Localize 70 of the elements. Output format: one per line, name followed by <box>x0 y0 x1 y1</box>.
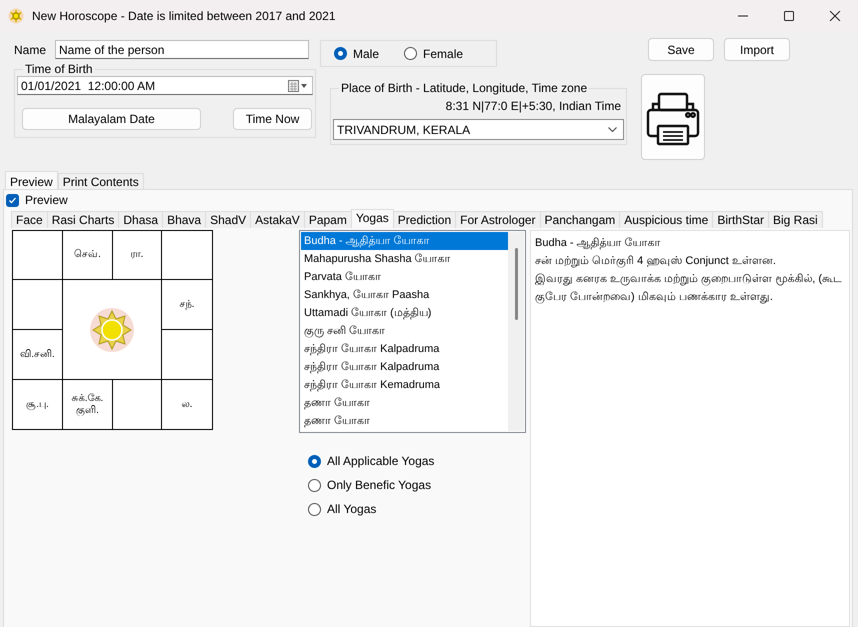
calendar-icon[interactable] <box>288 80 308 92</box>
radio-label: Only Benefic Yogas <box>327 478 432 492</box>
list-item[interactable]: Sankhya, யோகா Paasha <box>301 286 508 304</box>
radio-button[interactable] <box>404 47 418 60</box>
house-cell-text: ல. <box>180 398 194 412</box>
tab[interactable]: AstakaV <box>250 211 305 228</box>
tab[interactable]: Auspicious time <box>619 211 714 228</box>
radio-label: Female <box>423 46 464 60</box>
house-cell: செவ். <box>63 231 113 280</box>
save-button[interactable]: Save <box>648 38 714 61</box>
group-label: Time of Birth <box>24 62 94 76</box>
radio-button[interactable] <box>334 47 347 60</box>
group-label: Place of Birth - Latitude, Longitude, Time zone <box>340 81 588 95</box>
radio-label: All Applicable Yogas <box>327 454 434 468</box>
checkbox[interactable] <box>6 194 19 206</box>
list-item[interactable]: Parvata யோகா <box>301 268 508 286</box>
name-field[interactable]: Name of the person <box>55 40 310 59</box>
date-time-value: 01/01/2021 12:00:00 AM <box>21 78 156 92</box>
list-item[interactable]: தணா யோகா <box>301 412 508 430</box>
list-item[interactable]: சந்திரா யோகா Kemadruma <box>301 376 508 394</box>
description-title: Budha - ஆதித்யா யோகா <box>535 236 662 252</box>
list-item[interactable]: Budha - ஆதித்யா யோகா <box>301 232 508 250</box>
house-cell: வி.சனி. <box>13 330 63 380</box>
tab[interactable]: Dhasa <box>118 211 164 228</box>
import-button[interactable]: Import <box>724 38 790 61</box>
malayalam-date-button[interactable]: Malayalam Date <box>22 108 201 130</box>
list-item[interactable]: சந்திரா யோகா Kalpadruma <box>301 340 508 358</box>
tab[interactable]: Prediction <box>392 211 456 228</box>
checkbox-label: Preview <box>25 193 68 207</box>
time-now-button[interactable]: Time Now <box>233 108 312 130</box>
tab[interactable]: Preview <box>5 171 58 189</box>
date-time-field[interactable]: 01/01/2021 12:00:00 AM <box>17 76 313 95</box>
dropdown-value: TRIVANDRUM, KERALA <box>337 122 470 136</box>
tab[interactable]: Rasi Charts <box>46 211 120 228</box>
radio-button[interactable] <box>308 454 321 468</box>
radio-button[interactable] <box>308 502 321 516</box>
description-text: சன் மற்றும் மெர்குரி 4 ஹவுஸ் Conjunct உள்ளன. <box>535 254 777 270</box>
list-item[interactable]: சந்திரா யோகா Kalpadruma <box>301 358 508 376</box>
tab[interactable]: Papam <box>304 211 352 228</box>
house-cell: சுக்.கே.குளி. <box>63 380 113 429</box>
sun-icon <box>89 306 135 352</box>
house-cell: சூ.பு. <box>13 380 63 429</box>
list-item[interactable]: Uttamadi யோகா (மத்திய) <box>301 304 508 322</box>
house-cell: சந். <box>162 280 212 330</box>
coordinates-text: 8:31 N|77:0 E|+5:30, Indian Time <box>444 99 621 113</box>
tab[interactable]: BirthStar <box>712 211 769 228</box>
list-item[interactable]: Mahapurusha Shasha யோகா <box>301 250 508 268</box>
tab[interactable]: ShadV <box>205 211 252 228</box>
description-text: இவரது கனரக உருவாக்க மற்றும் குறைபாடுள்ள மூக்கில், (கூட குபேர போன்றவை) மிகவும் பணக்கார உள்ளது. <box>535 272 844 306</box>
tab[interactable]: Panchangam <box>540 211 620 228</box>
close-icon[interactable] <box>829 11 841 21</box>
maximize-icon[interactable] <box>783 11 795 21</box>
tab[interactable]: For Astrologer <box>455 211 541 228</box>
list-item[interactable]: குரு சனி யோகா <box>301 322 508 340</box>
list-item[interactable]: தணா யோகா <box>301 394 508 412</box>
name-label: Name <box>14 42 46 56</box>
radio-label: All Yogas <box>327 502 376 516</box>
scrollbar[interactable] <box>508 232 524 431</box>
radio-label: Male <box>353 46 380 60</box>
app-icon <box>8 8 24 24</box>
tab[interactable]: Print Contents <box>58 173 144 189</box>
radio-button[interactable] <box>308 478 321 492</box>
tab[interactable]: Big Rasi <box>768 211 823 228</box>
window-title: New Horoscope - Date is limited between 2017 and 2021 <box>32 9 336 23</box>
place-dropdown[interactable]: TRIVANDRUM, KERALA <box>333 119 624 140</box>
house-cell: ரா. <box>113 231 162 280</box>
chevron-down-icon[interactable] <box>608 127 617 132</box>
tab[interactable]: Bhava <box>162 211 206 228</box>
print-button[interactable] <box>641 74 705 160</box>
tab[interactable]: Face <box>11 211 48 228</box>
